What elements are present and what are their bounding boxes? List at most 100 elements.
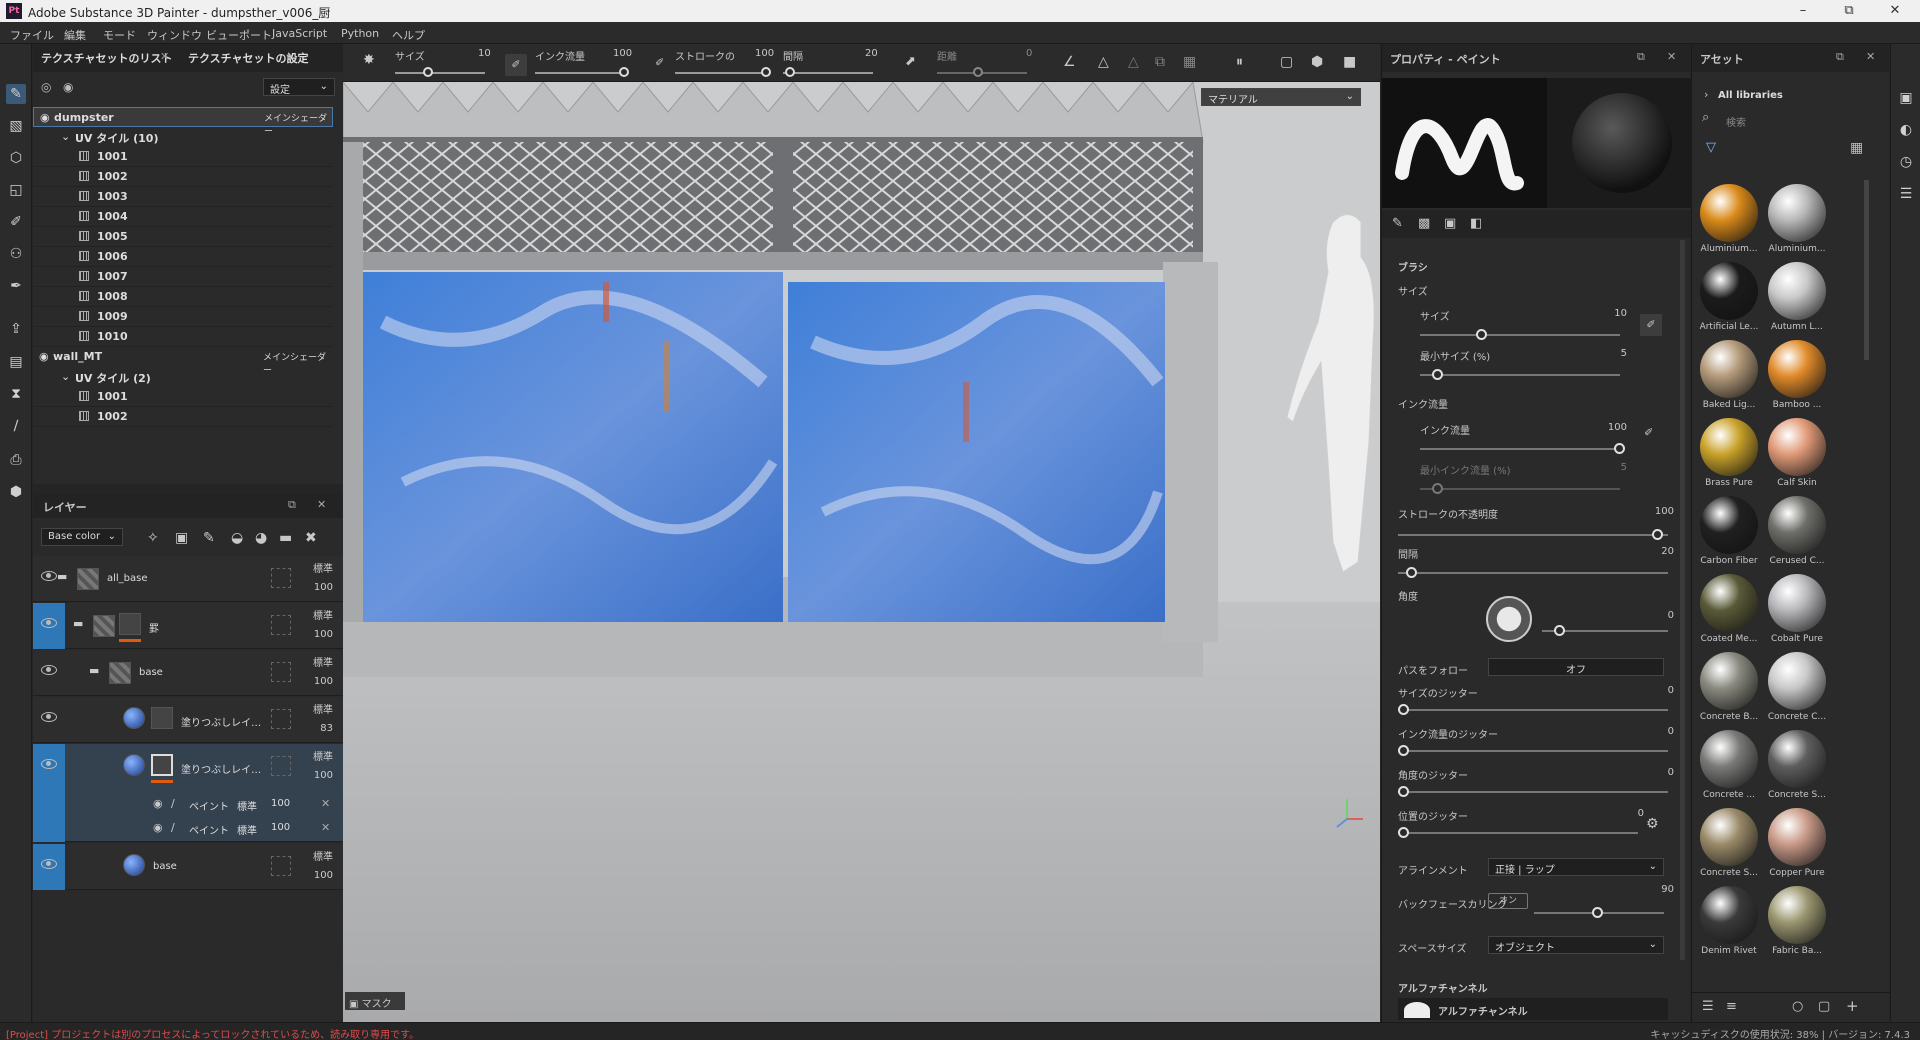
menu-help[interactable]: ヘルプ	[392, 27, 425, 43]
angle-tool-icon[interactable]: ∠	[1063, 54, 1076, 70]
follow-path-toggle[interactable]: オフ	[1488, 658, 1664, 676]
display-settings-icon[interactable]: ◐	[1896, 120, 1916, 140]
opacity-value[interactable]: 83	[320, 723, 333, 734]
effect-row[interactable]: ◉ ∕ ペイント 標準 100 ✕	[153, 794, 338, 814]
material-asset[interactable]: Aluminium...	[1696, 184, 1762, 254]
float-icon[interactable]: ⧉	[1836, 50, 1844, 64]
visibility-eye-icon[interactable]	[41, 759, 57, 769]
menu-file[interactable]: ファイル	[10, 27, 54, 43]
opacity-value[interactable]: 100	[314, 582, 333, 593]
polygon-fill-icon[interactable]: ◱	[6, 180, 26, 200]
stroke-opacity-slider[interactable]	[1398, 534, 1668, 536]
uv-tile-row[interactable]: 1007	[33, 267, 333, 287]
min-flow-slider-knob[interactable]	[1432, 483, 1443, 494]
size-slider-knob[interactable]	[1476, 329, 1487, 340]
spacing-slider-knob[interactable]	[785, 67, 795, 77]
gear-icon[interactable]: ⚙	[1646, 816, 1659, 832]
minimize-icon[interactable]: –	[1780, 0, 1826, 22]
position-jitter-slider-knob[interactable]	[1398, 827, 1409, 838]
close-icon[interactable]: ✕	[1866, 50, 1875, 63]
mask-slot[interactable]	[271, 756, 291, 776]
tab-texture-set-settings[interactable]: テクスチャセットの設定	[188, 50, 309, 66]
uv-tile-row[interactable]: 1001	[33, 387, 333, 407]
list-icon[interactable]: ≡	[1726, 999, 1737, 1014]
close-icon[interactable]: ✕	[317, 498, 326, 511]
visibility-eye-icon[interactable]	[41, 618, 57, 628]
space-size-dropdown[interactable]: オブジェクト ⌄	[1488, 936, 1664, 954]
flow-slider-knob[interactable]	[619, 67, 629, 77]
effects-icon[interactable]: ✧	[147, 530, 159, 546]
position-jitter-slider[interactable]	[1398, 832, 1638, 834]
angle-dial[interactable]	[1486, 596, 1532, 642]
material-asset[interactable]: Cerused C...	[1764, 496, 1830, 566]
scrollbar[interactable]	[1680, 240, 1685, 960]
mask-slot[interactable]	[271, 856, 291, 876]
menu-edit[interactable]: 編集	[64, 27, 86, 43]
blend-mode[interactable]: 標準	[313, 748, 333, 763]
material-asset[interactable]: Calf Skin	[1764, 418, 1830, 488]
opacity-value[interactable]: 100	[314, 770, 333, 781]
grid-icon[interactable]: ▦	[1183, 54, 1196, 70]
layer-row[interactable]: ▬ 罫 標準 100	[33, 603, 343, 649]
layer-row[interactable]: ▬ base 標準 100	[33, 650, 343, 696]
uv-tile-row[interactable]: 1003	[33, 187, 333, 207]
angle-jitter-slider-knob[interactable]	[1398, 786, 1409, 797]
symmetry-icon[interactable]: △	[1098, 54, 1109, 70]
material-asset[interactable]: Artificial Le...	[1696, 262, 1762, 332]
visibility-eye-icon[interactable]	[41, 712, 57, 722]
angle-jitter-slider[interactable]	[1398, 791, 1668, 793]
flow-slider[interactable]	[535, 72, 625, 74]
channel-dropdown[interactable]: Base color ⌄	[41, 528, 123, 546]
opacity-value[interactable]: 100	[314, 629, 333, 640]
add-paint-layer-icon[interactable]: ✎	[203, 530, 215, 546]
uv-tile-row[interactable]: 1008	[33, 287, 333, 307]
opacity-value[interactable]: 100	[314, 676, 333, 687]
spacing-slider[interactable]	[783, 72, 873, 74]
brush-preset-icon[interactable]: ✸	[363, 52, 375, 68]
menu-viewport[interactable]: ビューポート	[206, 27, 272, 43]
visibility-eye-icon[interactable]	[41, 665, 57, 675]
paint-brush-icon[interactable]: ✎	[6, 84, 26, 104]
min-size-slider-knob[interactable]	[1432, 369, 1443, 380]
material-asset[interactable]: Cobalt Pure	[1764, 574, 1830, 644]
search-input[interactable]: 検索	[1726, 114, 1746, 129]
backface-slider-knob[interactable]	[1592, 907, 1603, 918]
alpha-slot[interactable]: アルファチャンネル	[1398, 998, 1668, 1020]
menu-mode[interactable]: モード	[103, 27, 136, 43]
window-icon[interactable]: ▢	[1818, 999, 1830, 1014]
mask-toggle[interactable]: ▣ マスク	[345, 992, 405, 1010]
pen-pressure-icon[interactable]: ✐	[655, 56, 664, 69]
mask-icon[interactable]: ▣	[175, 530, 188, 546]
material-asset[interactable]: Concrete S...	[1764, 730, 1830, 800]
material-asset[interactable]: Concrete ...	[1696, 730, 1762, 800]
maximize-icon[interactable]: ⧉	[1826, 0, 1872, 22]
blend-mode[interactable]: 標準	[313, 560, 333, 575]
bake-icon[interactable]: ⇪	[6, 319, 26, 339]
pen-pressure-icon[interactable]: ✐	[1644, 426, 1653, 439]
float-icon[interactable]: ⧉	[288, 498, 296, 512]
mask-slot[interactable]	[271, 709, 291, 729]
projection-icon[interactable]: ⬡	[6, 148, 26, 168]
line-icon[interactable]: ∕	[6, 416, 26, 436]
clone-stamp-icon[interactable]: ⚇	[6, 244, 26, 264]
material-tab-icon[interactable]: ◧	[1470, 216, 1482, 231]
layer-row[interactable]: base 標準 100	[33, 844, 343, 890]
add-folder-icon[interactable]: ▬	[279, 530, 292, 546]
flow-jitter-slider[interactable]	[1398, 750, 1668, 752]
material-mode-dropdown[interactable]: マテリアル ⌄	[1201, 88, 1361, 106]
uv-tile-group[interactable]: ⌄ UV タイル (2)	[33, 367, 333, 387]
uv-tile-row[interactable]: 1010	[33, 327, 333, 347]
pen-pressure-icon[interactable]: ✐	[505, 54, 527, 76]
stroke-slider[interactable]	[675, 72, 765, 74]
mask-slot[interactable]	[271, 615, 291, 635]
menu-python[interactable]: Python	[341, 27, 379, 40]
uv-tile-row[interactable]: 1009	[33, 307, 333, 327]
refresh-icon[interactable]: ○	[1792, 999, 1803, 1014]
lazy-mouse-icon[interactable]: ⬈	[905, 54, 916, 69]
stroke-slider-knob[interactable]	[761, 67, 771, 77]
add-fill-layer-icon[interactable]: ◒	[231, 530, 243, 546]
eraser-icon[interactable]: ▧	[6, 116, 26, 136]
menu-window[interactable]: ウィンドウ	[147, 27, 202, 43]
tab-close-icon[interactable]: ✕	[160, 50, 169, 63]
shelf-icon[interactable]: ⬢	[6, 482, 26, 502]
